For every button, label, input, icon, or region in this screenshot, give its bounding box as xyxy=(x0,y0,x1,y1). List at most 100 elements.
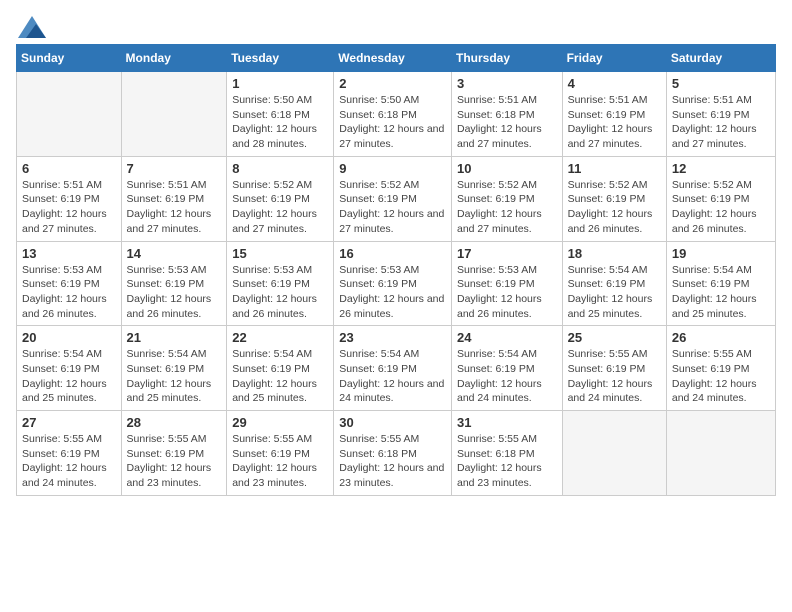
day-number: 5 xyxy=(672,76,770,91)
logo xyxy=(16,16,46,34)
calendar-cell: 5 Sunrise: 5:51 AMSunset: 6:19 PMDaylight… xyxy=(666,72,775,157)
day-number: 10 xyxy=(457,161,557,176)
column-header-thursday: Thursday xyxy=(451,45,562,72)
day-number: 7 xyxy=(127,161,222,176)
day-info: Sunrise: 5:52 AMSunset: 6:19 PMDaylight:… xyxy=(672,178,770,237)
calendar-cell: 29 Sunrise: 5:55 AMSunset: 6:19 PMDayligh… xyxy=(227,411,334,496)
day-number: 8 xyxy=(232,161,328,176)
day-number: 3 xyxy=(457,76,557,91)
calendar-cell: 26Sunrise: 5:55 AMSunset: 6:19 PMDayligh… xyxy=(666,326,775,411)
column-header-sunday: Sunday xyxy=(17,45,122,72)
day-info: Sunrise: 5:53 AMSunset: 6:19 PMDaylight:… xyxy=(232,263,328,322)
day-info: Sunrise: 5:51 AMSunset: 6:19 PMDaylight:… xyxy=(568,93,661,152)
day-info: Sunrise: 5:54 AMSunset: 6:19 PMDaylight:… xyxy=(568,263,661,322)
calendar-cell xyxy=(562,411,666,496)
day-info: Sunrise: 5:54 AMSunset: 6:19 PMDaylight:… xyxy=(457,347,557,406)
calendar-cell: 4 Sunrise: 5:51 AMSunset: 6:19 PMDaylight… xyxy=(562,72,666,157)
day-number: 24 xyxy=(457,330,557,345)
day-number: 9 xyxy=(339,161,446,176)
day-info: Sunrise: 5:50 AMSunset: 6:18 PMDaylight:… xyxy=(232,93,328,152)
day-info: Sunrise: 5:54 AMSunset: 6:19 PMDaylight:… xyxy=(127,347,222,406)
day-number: 29 xyxy=(232,415,328,430)
day-number: 21 xyxy=(127,330,222,345)
calendar-cell: 10 Sunrise: 5:52 AMSunset: 6:19 PMDayligh… xyxy=(451,156,562,241)
day-number: 15 xyxy=(232,246,328,261)
day-info: Sunrise: 5:54 AMSunset: 6:19 PMDaylight:… xyxy=(672,263,770,322)
calendar-cell: 19 Sunrise: 5:54 AMSunset: 6:19 PMDayligh… xyxy=(666,241,775,326)
day-info: Sunrise: 5:51 AMSunset: 6:19 PMDaylight:… xyxy=(127,178,222,237)
calendar-cell: 31 Sunrise: 5:55 AMSunset: 6:18 PMDayligh… xyxy=(451,411,562,496)
calendar-cell: 1 Sunrise: 5:50 AMSunset: 6:18 PMDaylight… xyxy=(227,72,334,157)
day-number: 1 xyxy=(232,76,328,91)
day-number: 30 xyxy=(339,415,446,430)
calendar-table: SundayMondayTuesdayWednesdayThursdayFrid… xyxy=(16,44,776,496)
day-number: 14 xyxy=(127,246,222,261)
column-header-saturday: Saturday xyxy=(666,45,775,72)
day-info: Sunrise: 5:51 AMSunset: 6:19 PMDaylight:… xyxy=(22,178,116,237)
calendar-cell xyxy=(121,72,227,157)
day-number: 25 xyxy=(568,330,661,345)
calendar-week-row: 27 Sunrise: 5:55 AMSunset: 6:19 PMDayligh… xyxy=(17,411,776,496)
day-number: 27 xyxy=(22,415,116,430)
calendar-header-row: SundayMondayTuesdayWednesdayThursdayFrid… xyxy=(17,45,776,72)
calendar-cell: 7 Sunrise: 5:51 AMSunset: 6:19 PMDaylight… xyxy=(121,156,227,241)
day-number: 17 xyxy=(457,246,557,261)
day-info: Sunrise: 5:52 AMSunset: 6:19 PMDaylight:… xyxy=(232,178,328,237)
calendar-cell: 16Sunrise: 5:53 AMSunset: 6:19 PMDayligh… xyxy=(334,241,452,326)
page-header xyxy=(16,16,776,34)
day-info: Sunrise: 5:55 AMSunset: 6:19 PMDaylight:… xyxy=(232,432,328,491)
day-info: Sunrise: 5:52 AMSunset: 6:19 PMDaylight:… xyxy=(457,178,557,237)
day-number: 19 xyxy=(672,246,770,261)
calendar-cell xyxy=(666,411,775,496)
calendar-week-row: 20 Sunrise: 5:54 AMSunset: 6:19 PMDayligh… xyxy=(17,326,776,411)
day-number: 23 xyxy=(339,330,446,345)
calendar-cell: 28 Sunrise: 5:55 AMSunset: 6:19 PMDayligh… xyxy=(121,411,227,496)
day-info: Sunrise: 5:51 AMSunset: 6:18 PMDaylight:… xyxy=(457,93,557,152)
day-number: 31 xyxy=(457,415,557,430)
calendar-cell: 8 Sunrise: 5:52 AMSunset: 6:19 PMDaylight… xyxy=(227,156,334,241)
day-info: Sunrise: 5:52 AMSunset: 6:19 PMDaylight:… xyxy=(568,178,661,237)
day-info: Sunrise: 5:53 AMSunset: 6:19 PMDaylight:… xyxy=(339,263,446,322)
day-number: 22 xyxy=(232,330,328,345)
day-info: Sunrise: 5:54 AMSunset: 6:19 PMDaylight:… xyxy=(22,347,116,406)
calendar-week-row: 13 Sunrise: 5:53 AMSunset: 6:19 PMDayligh… xyxy=(17,241,776,326)
calendar-cell: 11Sunrise: 5:52 AMSunset: 6:19 PMDayligh… xyxy=(562,156,666,241)
day-info: Sunrise: 5:53 AMSunset: 6:19 PMDaylight:… xyxy=(22,263,116,322)
day-number: 13 xyxy=(22,246,116,261)
day-info: Sunrise: 5:53 AMSunset: 6:19 PMDaylight:… xyxy=(127,263,222,322)
day-info: Sunrise: 5:55 AMSunset: 6:18 PMDaylight:… xyxy=(339,432,446,491)
calendar-cell: 18Sunrise: 5:54 AMSunset: 6:19 PMDayligh… xyxy=(562,241,666,326)
day-info: Sunrise: 5:50 AMSunset: 6:18 PMDaylight:… xyxy=(339,93,446,152)
calendar-cell: 9 Sunrise: 5:52 AMSunset: 6:19 PMDaylight… xyxy=(334,156,452,241)
calendar-cell: 6 Sunrise: 5:51 AMSunset: 6:19 PMDaylight… xyxy=(17,156,122,241)
calendar-cell: 12 Sunrise: 5:52 AMSunset: 6:19 PMDayligh… xyxy=(666,156,775,241)
day-info: Sunrise: 5:53 AMSunset: 6:19 PMDaylight:… xyxy=(457,263,557,322)
day-info: Sunrise: 5:55 AMSunset: 6:18 PMDaylight:… xyxy=(457,432,557,491)
calendar-cell: 23 Sunrise: 5:54 AMSunset: 6:19 PMDayligh… xyxy=(334,326,452,411)
calendar-week-row: 6 Sunrise: 5:51 AMSunset: 6:19 PMDaylight… xyxy=(17,156,776,241)
day-info: Sunrise: 5:52 AMSunset: 6:19 PMDaylight:… xyxy=(339,178,446,237)
calendar-cell: 17 Sunrise: 5:53 AMSunset: 6:19 PMDayligh… xyxy=(451,241,562,326)
calendar-cell: 2 Sunrise: 5:50 AMSunset: 6:18 PMDaylight… xyxy=(334,72,452,157)
calendar-week-row: 1 Sunrise: 5:50 AMSunset: 6:18 PMDaylight… xyxy=(17,72,776,157)
calendar-cell: 24 Sunrise: 5:54 AMSunset: 6:19 PMDayligh… xyxy=(451,326,562,411)
day-number: 6 xyxy=(22,161,116,176)
day-info: Sunrise: 5:55 AMSunset: 6:19 PMDaylight:… xyxy=(127,432,222,491)
calendar-cell: 27 Sunrise: 5:55 AMSunset: 6:19 PMDayligh… xyxy=(17,411,122,496)
calendar-cell: 13 Sunrise: 5:53 AMSunset: 6:19 PMDayligh… xyxy=(17,241,122,326)
day-info: Sunrise: 5:54 AMSunset: 6:19 PMDaylight:… xyxy=(232,347,328,406)
day-info: Sunrise: 5:51 AMSunset: 6:19 PMDaylight:… xyxy=(672,93,770,152)
day-info: Sunrise: 5:55 AMSunset: 6:19 PMDaylight:… xyxy=(22,432,116,491)
day-info: Sunrise: 5:55 AMSunset: 6:19 PMDaylight:… xyxy=(672,347,770,406)
day-number: 20 xyxy=(22,330,116,345)
day-info: Sunrise: 5:54 AMSunset: 6:19 PMDaylight:… xyxy=(339,347,446,406)
day-number: 12 xyxy=(672,161,770,176)
day-number: 4 xyxy=(568,76,661,91)
column-header-friday: Friday xyxy=(562,45,666,72)
calendar-cell: 25Sunrise: 5:55 AMSunset: 6:19 PMDayligh… xyxy=(562,326,666,411)
column-header-tuesday: Tuesday xyxy=(227,45,334,72)
calendar-cell: 30 Sunrise: 5:55 AMSunset: 6:18 PMDayligh… xyxy=(334,411,452,496)
calendar-cell: 15 Sunrise: 5:53 AMSunset: 6:19 PMDayligh… xyxy=(227,241,334,326)
day-number: 2 xyxy=(339,76,446,91)
day-number: 28 xyxy=(127,415,222,430)
